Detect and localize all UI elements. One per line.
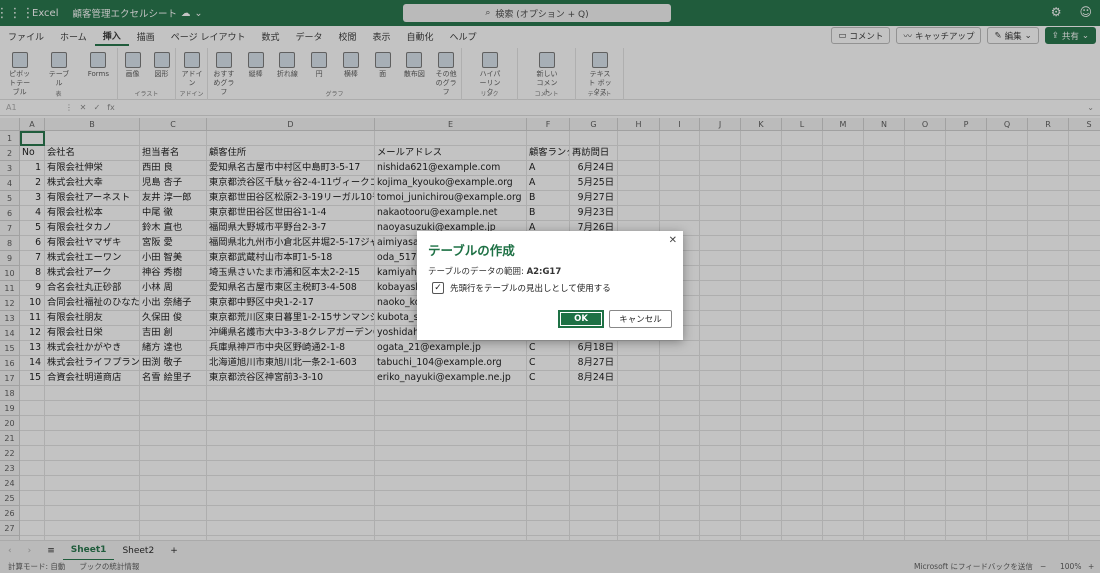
checkmark-icon: ✓ xyxy=(434,283,442,293)
cancel-button[interactable]: キャンセル xyxy=(609,310,672,328)
range-label: テーブルのデータの範囲: xyxy=(428,267,524,277)
close-icon[interactable]: ✕ xyxy=(669,235,677,246)
header-checkbox-row[interactable]: ✓ 先頭行をテーブルの見出しとして使用する xyxy=(432,282,611,294)
header-row-checkbox[interactable]: ✓ xyxy=(432,282,444,294)
ok-button[interactable]: OK xyxy=(558,310,604,328)
create-table-dialog: テーブルの作成 ✕ テーブルのデータの範囲: A2:G17 ✓ 先頭行をテーブル… xyxy=(417,231,683,340)
range-row: テーブルのデータの範囲: A2:G17 xyxy=(428,265,561,277)
dialog-title: テーブルの作成 xyxy=(428,243,515,258)
range-value[interactable]: A2:G17 xyxy=(527,267,562,277)
checkbox-label: 先頭行をテーブルの見出しとして使用する xyxy=(450,284,611,294)
